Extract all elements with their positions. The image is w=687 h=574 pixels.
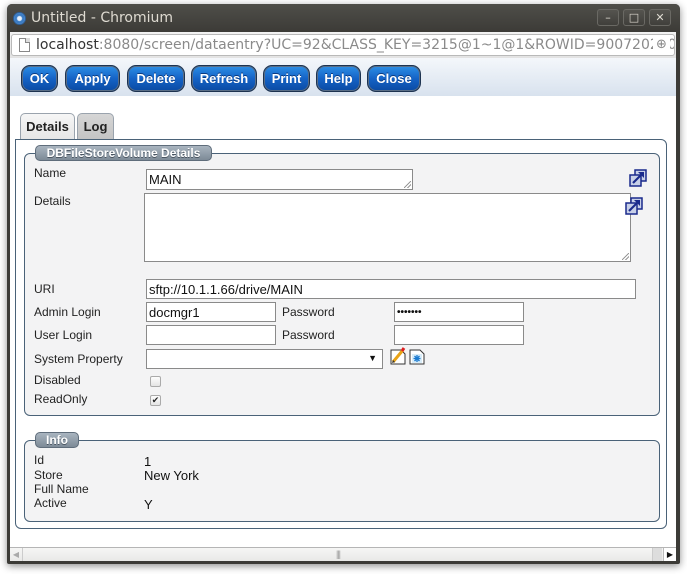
scroll-right-arrow-icon[interactable]: ▶	[663, 548, 676, 561]
resize-grip-icon[interactable]	[404, 181, 411, 188]
user-password-input[interactable]	[394, 325, 524, 345]
chromium-icon	[13, 12, 26, 25]
name-value: MAIN	[149, 172, 182, 187]
url-input[interactable]: localhost:8080/screen/dataentry?UC=92&CL…	[11, 34, 675, 56]
tab-details[interactable]: Details	[20, 113, 75, 139]
disabled-label: Disabled	[34, 373, 81, 387]
address-bar: localhost:8080/screen/dataentry?UC=92&CL…	[10, 32, 676, 58]
resize-grip-icon[interactable]	[622, 253, 629, 260]
user-login-input[interactable]	[146, 325, 276, 345]
delete-button[interactable]: Delete	[127, 65, 185, 92]
readonly-label: ReadOnly	[34, 392, 88, 406]
expand-popup-icon[interactable]	[629, 169, 647, 187]
system-property-label: System Property	[34, 352, 123, 366]
admin-login-input[interactable]: docmgr1	[146, 302, 276, 322]
window-title: Untitled - Chromium	[31, 10, 174, 26]
name-label: Name	[34, 166, 67, 180]
info-value-active: Y	[144, 497, 153, 512]
info-label-full-name: Full Name	[34, 482, 89, 496]
browser-window: Untitled - Chromium – □ ✕ localhost:8080…	[7, 4, 680, 564]
info-value-store: New York	[144, 468, 199, 483]
admin-password-label: Password	[282, 305, 335, 319]
admin-login-label: Admin Login	[34, 305, 101, 319]
uri-label: URI	[34, 282, 55, 296]
details-textarea[interactable]	[144, 193, 631, 262]
info-label-active: Active	[34, 496, 67, 510]
user-password-label: Password	[282, 328, 335, 342]
close-window-button[interactable]: ✕	[649, 9, 671, 26]
info-legend: Info	[35, 432, 79, 448]
page-icon	[19, 38, 30, 52]
uri-input[interactable]: sftp://10.1.1.66/drive/MAIN	[146, 279, 636, 299]
readonly-checkbox[interactable]: ✔	[150, 395, 161, 406]
url-path: :8080/screen/dataentry?UC=92&CLASS_KEY=3…	[98, 37, 675, 53]
minimize-button[interactable]: –	[597, 9, 619, 26]
maximize-button[interactable]: □	[623, 9, 645, 26]
info-label-store: Store	[34, 468, 63, 482]
new-property-icon[interactable]	[409, 347, 425, 365]
apply-button[interactable]: Apply	[65, 65, 120, 92]
scroll-thumb-grip[interactable]: |||	[336, 548, 341, 561]
help-button[interactable]: Help	[316, 65, 361, 92]
details-tab-panel: DBFileStoreVolume Details Name MAIN Deta…	[15, 139, 667, 529]
details-fieldset: DBFileStoreVolume Details Name MAIN Deta…	[24, 145, 660, 416]
scroll-left-arrow-icon[interactable]: ◀	[10, 548, 23, 561]
horizontal-scrollbar[interactable]: ◀ ||| ▶	[10, 547, 676, 561]
title-bar: Untitled - Chromium – □ ✕	[7, 4, 680, 32]
zoom-in-icon[interactable]: ⊕	[653, 37, 670, 54]
tab-log[interactable]: Log	[77, 113, 114, 139]
close-button[interactable]: Close	[367, 65, 421, 92]
dropdown-arrow-icon: ▼	[368, 353, 377, 363]
print-button[interactable]: Print	[263, 65, 310, 92]
page-viewport: OK Apply Delete Refresh Print Help Close…	[10, 58, 676, 561]
edit-property-icon[interactable]	[390, 347, 406, 365]
name-input[interactable]: MAIN	[146, 169, 413, 190]
details-label: Details	[34, 194, 71, 208]
action-toolbar: OK Apply Delete Refresh Print Help Close	[10, 58, 676, 96]
expand-popup-icon[interactable]	[625, 197, 643, 215]
details-legend: DBFileStoreVolume Details	[35, 145, 212, 161]
system-property-select[interactable]: ▼	[146, 349, 383, 369]
ok-button[interactable]: OK	[21, 65, 58, 92]
scroll-track-end	[652, 548, 662, 561]
info-fieldset: Info Id 1 Store New York Full Name Activ…	[24, 432, 660, 522]
user-login-label: User Login	[34, 328, 93, 342]
url-host: localhost	[36, 37, 99, 53]
info-value-id: 1	[144, 454, 152, 469]
refresh-button[interactable]: Refresh	[191, 65, 257, 92]
admin-password-input[interactable]: •••••••	[394, 302, 524, 322]
info-label-id: Id	[34, 453, 45, 467]
disabled-checkbox[interactable]	[150, 376, 161, 387]
